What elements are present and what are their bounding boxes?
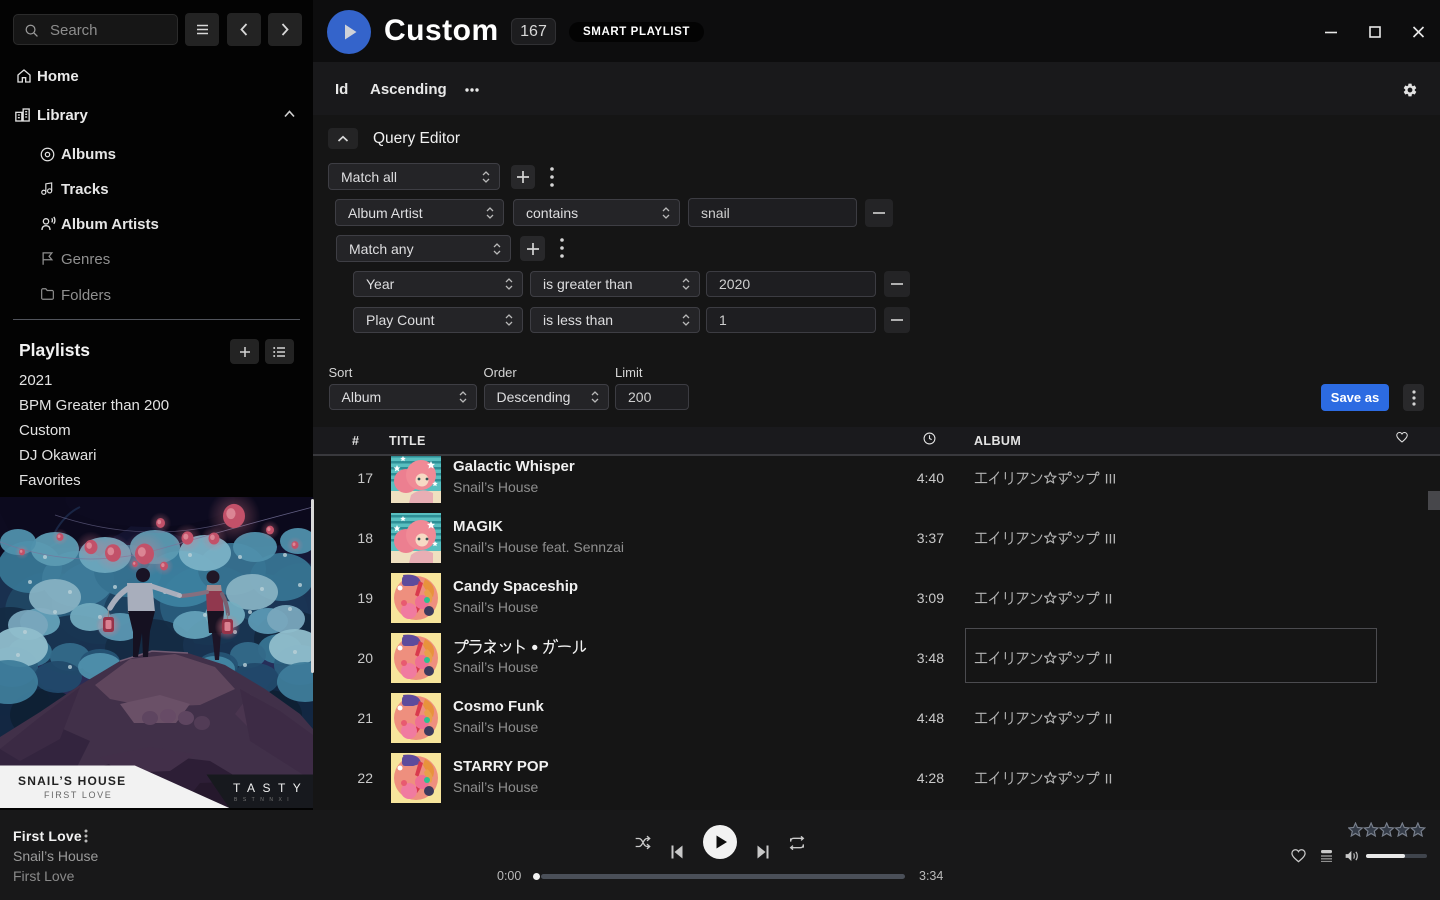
svg-text:FIRST LOVE: FIRST LOVE xyxy=(44,790,112,800)
svg-text:TASTY: TASTY xyxy=(233,781,308,795)
svg-text:BSTNNXI: BSTNNXI xyxy=(234,797,294,803)
svg-text:SNAIL’S HOUSE: SNAIL’S HOUSE xyxy=(18,774,126,788)
